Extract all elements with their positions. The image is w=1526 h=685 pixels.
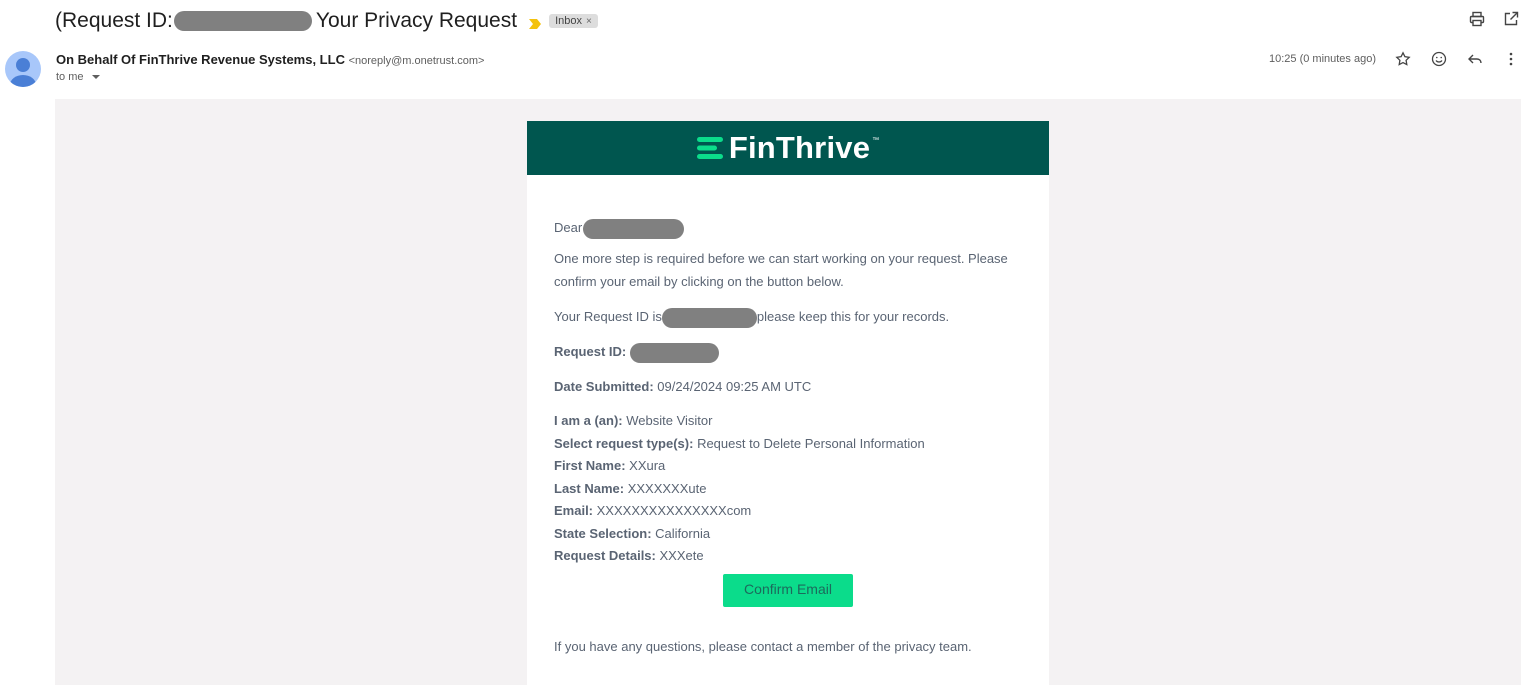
detail-row: State Selection: California (554, 523, 1022, 546)
date-label: Date Submitted: (554, 379, 654, 394)
redacted-name (583, 218, 685, 239)
star-icon[interactable] (1394, 50, 1412, 68)
detail-row: First Name: XXura (554, 455, 1022, 478)
footer-text: If you have any questions, please contac… (554, 638, 972, 654)
detail-label: State Selection: (554, 525, 652, 541)
sender-avatar[interactable] (5, 51, 41, 87)
detail-row: Request Details: XXXete (554, 545, 1022, 568)
request-id-label: Request ID: (554, 344, 627, 359)
subject-suffix: Your Privacy Request (315, 9, 518, 32)
sender-name[interactable]: On Behalf Of FinThrive Revenue Systems, … (56, 52, 345, 67)
recipient-text: to me (56, 71, 84, 83)
sender-line: On Behalf Of FinThrive Revenue Systems, … (56, 52, 484, 67)
more-vert-icon[interactable] (1502, 50, 1520, 68)
detail-value: Request to Delete Personal Information (697, 435, 925, 451)
chevron-down-icon[interactable] (91, 75, 100, 79)
inbox-label-text: Inbox (555, 15, 582, 27)
redacted-request-id (661, 307, 757, 328)
detail-label: Last Name: (554, 480, 625, 496)
detail-label: I am a (an): (554, 413, 623, 428)
detail-value: XXXXXXXXXXXXXXXcom (596, 503, 752, 518)
detail-label: Select request type(s): (554, 435, 694, 451)
email-card: FinThrive ™ Dear One more step is requir… (527, 121, 1049, 685)
redacted-request-id-value (629, 342, 719, 363)
detail-label: Email: (554, 503, 594, 518)
request-id-line: Request ID: (554, 340, 1022, 363)
confirm-email-button[interactable]: Confirm Email (723, 573, 853, 607)
brand-banner: FinThrive ™ (527, 121, 1049, 175)
message-actions: 10:25 (0 minutes ago) (1269, 50, 1520, 68)
brand-name: FinThrive (728, 130, 871, 165)
trademark-mark: ™ (872, 137, 880, 144)
detail-row: Select request type(s): Request to Delet… (554, 433, 1022, 456)
detail-row: Last Name: XXXXXXXute (554, 478, 1022, 501)
open-in-new-window-icon[interactable] (1502, 10, 1520, 28)
confirm-button-wrap: Confirm Email (554, 573, 1022, 607)
subject-prefix: (Request ID: (55, 9, 173, 32)
email-content: Dear One more step is required before we… (527, 175, 1049, 658)
recipient-line[interactable]: to me (56, 71, 100, 83)
date-submitted-line: Date Submitted: 09/24/2024 09:25 AM UTC (554, 375, 1022, 398)
intro-paragraph: One more step is required before we can … (554, 251, 1008, 289)
print-icon[interactable] (1468, 10, 1486, 28)
reply-icon[interactable] (1466, 50, 1484, 68)
detail-value: XXXXXXXute (627, 480, 707, 496)
detail-value: California (655, 525, 711, 541)
detail-value: XXura (629, 458, 666, 473)
greeting-text: Dear (554, 220, 583, 235)
detail-value: Website Visitor (626, 413, 713, 428)
date-value: 09/24/2024 09:25 AM UTC (657, 379, 812, 394)
top-actions (1468, 10, 1520, 28)
person-avatar-icon (10, 58, 36, 87)
detail-value: XXXete (659, 548, 704, 563)
request-details: I am a (an): Website Visitor Select requ… (554, 410, 1022, 568)
finthrive-logo-icon (696, 137, 723, 159)
subject-row: (Request ID: Your Privacy Request Inbox … (55, 6, 598, 36)
detail-row: I am a (an): Website Visitor (554, 410, 1022, 433)
detail-label: First Name: (554, 458, 626, 473)
redacted-request-id (173, 11, 312, 31)
greeting: Dear (554, 216, 1022, 239)
request-id-prefix: Your Request ID is (554, 309, 662, 324)
remove-label-icon[interactable]: × (586, 16, 592, 27)
inbox-label-chip[interactable]: Inbox × (549, 14, 598, 28)
detail-label: Request Details: (554, 548, 656, 563)
request-id-suffix: please keep this for your records. (756, 309, 950, 324)
detail-row: Email: XXXXXXXXXXXXXXXcom (554, 500, 1022, 523)
sender-email: <noreply@m.onetrust.com> (348, 55, 485, 67)
request-id-sentence: Your Request ID is please keep this for y… (554, 305, 1022, 328)
importance-marker-icon[interactable] (529, 16, 542, 29)
emoji-reaction-icon[interactable] (1430, 50, 1448, 68)
email-subject: (Request ID: Your Privacy Request (55, 9, 517, 33)
timestamp: 10:25 (0 minutes ago) (1268, 53, 1376, 65)
